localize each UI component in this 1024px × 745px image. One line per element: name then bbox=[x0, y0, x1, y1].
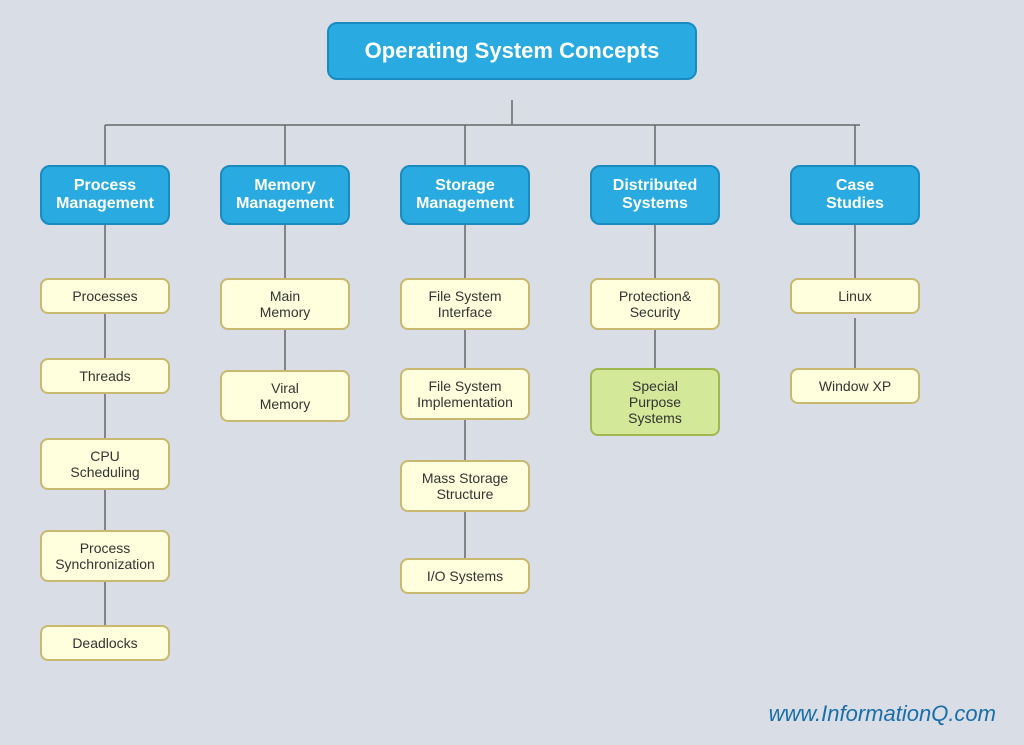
root-node: Operating System Concepts bbox=[327, 22, 697, 80]
child-deadlocks: Deadlocks bbox=[40, 625, 170, 661]
child-processes: Processes bbox=[40, 278, 170, 314]
child-linux: Linux bbox=[790, 278, 920, 314]
category-storage-management: StorageManagement bbox=[400, 165, 530, 225]
child-protection-security: Protection&Security bbox=[590, 278, 720, 330]
child-window-xp: Window XP bbox=[790, 368, 920, 404]
category-memory-management: MemoryManagement bbox=[220, 165, 350, 225]
child-file-system-interface: File SystemInterface bbox=[400, 278, 530, 330]
child-main-memory: MainMemory bbox=[220, 278, 350, 330]
category-distributed-systems: DistributedSystems bbox=[590, 165, 720, 225]
child-special-purpose-systems: SpecialPurposeSystems bbox=[590, 368, 720, 436]
child-threads: Threads bbox=[40, 358, 170, 394]
watermark: www.InformationQ.com bbox=[769, 701, 996, 727]
diagram-container: Operating System Concepts Process Manage… bbox=[0, 0, 1024, 745]
category-process-management: Process Management bbox=[40, 165, 170, 225]
child-viral-memory: ViralMemory bbox=[220, 370, 350, 422]
child-io-systems: I/O Systems bbox=[400, 558, 530, 594]
child-mass-storage-structure: Mass StorageStructure bbox=[400, 460, 530, 512]
child-process-synchronization: ProcessSynchronization bbox=[40, 530, 170, 582]
child-cpu-scheduling: CPUScheduling bbox=[40, 438, 170, 490]
child-file-system-implementation: File SystemImplementation bbox=[400, 368, 530, 420]
category-case-studies: CaseStudies bbox=[790, 165, 920, 225]
